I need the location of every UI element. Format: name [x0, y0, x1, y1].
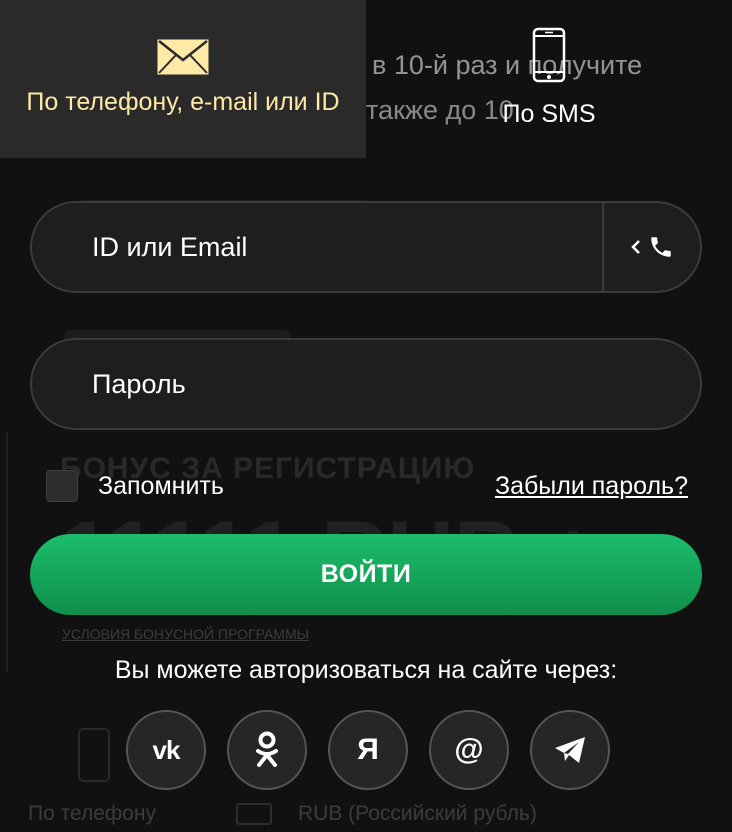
- vk-login-button[interactable]: vk: [126, 710, 206, 790]
- switch-to-phone-button[interactable]: [602, 203, 700, 291]
- background-divider: [6, 432, 8, 672]
- yandex-icon: Я: [357, 733, 379, 766]
- background-bonus-terms: УСЛОВИЯ БОНУСНОЙ ПРОГРАММЫ: [62, 626, 310, 642]
- vk-icon: vk: [152, 734, 181, 765]
- login-page: в 10-й раз и получите также до 10 ПОДРОБ…: [0, 0, 732, 832]
- mailru-icon: @: [454, 733, 484, 766]
- remember-me-checkbox[interactable]: Запомнить: [46, 470, 224, 502]
- odnoklassniki-login-button[interactable]: [227, 710, 307, 790]
- checkbox-box[interactable]: [46, 470, 78, 502]
- background-currency: RUB (Российский рубль): [298, 802, 537, 825]
- telegram-icon: [555, 737, 585, 763]
- background-phone-icon: [78, 728, 110, 782]
- tab-label: По телефону, e-mail или ID: [26, 88, 340, 116]
- tab-label: По SMS: [502, 100, 596, 128]
- login-button[interactable]: ВОЙТИ: [30, 534, 702, 615]
- background-by-phone: По телефону: [28, 802, 156, 825]
- yandex-login-button[interactable]: Я: [328, 710, 408, 790]
- chevron-left-icon: [631, 240, 640, 254]
- social-login-list: vk Я @: [126, 710, 610, 790]
- remember-me-label: Запомнить: [98, 471, 224, 500]
- login-method-tabs: По телефону, e-mail или ID По SMS: [0, 0, 732, 158]
- mobile-phone-icon: [532, 27, 566, 83]
- social-login-title: Вы можете авторизоваться на сайте через:: [114, 656, 618, 684]
- forgot-password-link[interactable]: Забыли пароль?: [495, 472, 688, 501]
- telegram-login-button[interactable]: [530, 710, 610, 790]
- login-input[interactable]: [32, 203, 604, 291]
- tab-sms[interactable]: По SMS: [366, 0, 732, 158]
- phone-handset-icon: [651, 237, 671, 257]
- mailru-login-button[interactable]: @: [429, 710, 509, 790]
- envelope-icon: [157, 39, 209, 75]
- password-input[interactable]: [32, 340, 700, 428]
- background-currency-icon: [236, 803, 272, 825]
- odnoklassniki-icon: [256, 731, 278, 767]
- password-field-wrapper: [30, 338, 702, 430]
- login-field-wrapper: [30, 201, 702, 293]
- tab-phone-email-id[interactable]: По телефону, e-mail или ID: [0, 0, 366, 158]
